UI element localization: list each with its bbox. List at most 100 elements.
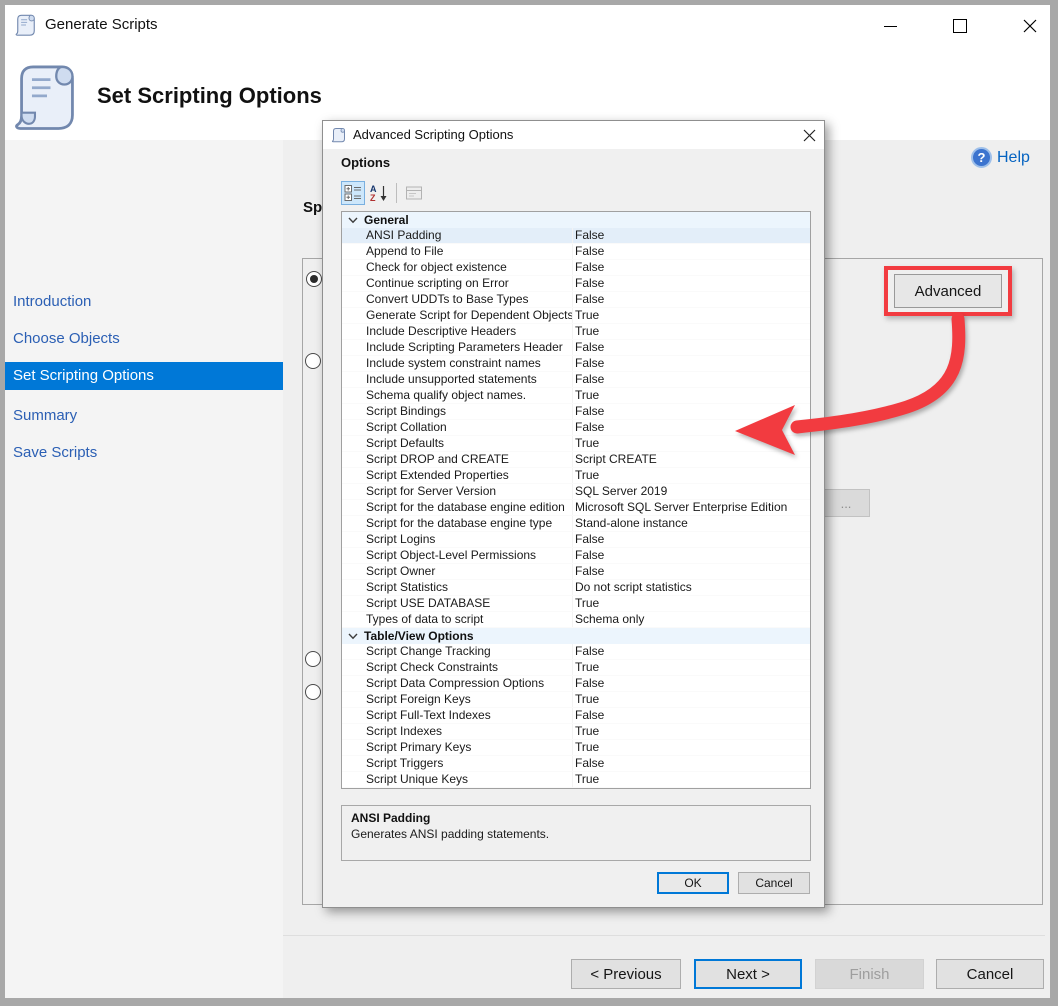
property-description-panel: ANSI Padding Generates ANSI padding stat… xyxy=(341,805,811,861)
category-label: Table/View Options xyxy=(364,628,474,644)
property-row[interactable]: Script Object-Level PermissionsFalse xyxy=(342,548,810,564)
alphabetical-sort-icon[interactable]: A Z xyxy=(367,181,391,205)
property-value: True xyxy=(572,660,810,675)
property-row[interactable]: ANSI PaddingFalse xyxy=(342,228,810,244)
property-value: True xyxy=(572,692,810,707)
property-row[interactable]: Include system constraint namesFalse xyxy=(342,356,810,372)
property-row[interactable]: Check for object existenceFalse xyxy=(342,260,810,276)
property-row[interactable]: Script Check ConstraintsTrue xyxy=(342,660,810,676)
property-value: True xyxy=(572,596,810,611)
property-row[interactable]: Script Change TrackingFalse xyxy=(342,644,810,660)
sidebar-item-set-scripting-options[interactable]: Set Scripting Options xyxy=(5,362,283,390)
property-value: False xyxy=(572,404,810,419)
property-value: True xyxy=(572,436,810,451)
wizard-cancel-button[interactable]: Cancel xyxy=(936,959,1044,989)
property-row[interactable]: Script IndexesTrue xyxy=(342,724,810,740)
property-row[interactable]: Script for the database engine typeStand… xyxy=(342,516,810,532)
chevron-down-icon[interactable] xyxy=(348,217,358,224)
options-label: Options xyxy=(341,155,390,170)
property-row[interactable]: Script Primary KeysTrue xyxy=(342,740,810,756)
property-value: True xyxy=(572,324,810,339)
property-value: True xyxy=(572,724,810,739)
window-title: Generate Scripts xyxy=(45,5,158,45)
sidebar-item-save-scripts[interactable]: Save Scripts xyxy=(5,439,283,467)
radio-option-4[interactable] xyxy=(305,684,321,700)
property-value: SQL Server 2019 xyxy=(572,484,810,499)
property-row[interactable]: Script BindingsFalse xyxy=(342,404,810,420)
property-value: True xyxy=(572,308,810,323)
property-row[interactable]: Script Foreign KeysTrue xyxy=(342,692,810,708)
close-button[interactable] xyxy=(1015,13,1045,39)
page-title: Set Scripting Options xyxy=(97,83,322,109)
dialog-titlebar: Advanced Scripting Options xyxy=(323,121,824,149)
property-row[interactable]: Script StatisticsDo not script statistic… xyxy=(342,580,810,596)
property-value: False xyxy=(572,372,810,387)
property-row[interactable]: Include unsupported statementsFalse xyxy=(342,372,810,388)
property-row[interactable]: Script USE DATABASETrue xyxy=(342,596,810,612)
property-row[interactable]: Script Data Compression OptionsFalse xyxy=(342,676,810,692)
property-value: False xyxy=(572,708,810,723)
property-row[interactable]: Schema qualify object names.True xyxy=(342,388,810,404)
maximize-button[interactable] xyxy=(945,13,975,39)
next-button[interactable]: Next > xyxy=(694,959,802,989)
category-row[interactable]: General xyxy=(342,212,810,228)
close-icon xyxy=(803,129,816,142)
chevron-down-icon[interactable] xyxy=(348,633,358,640)
property-value: False xyxy=(572,228,810,243)
category-row[interactable]: Table/View Options xyxy=(342,628,810,644)
property-row[interactable]: Types of data to scriptSchema only xyxy=(342,612,810,628)
radio-option-3[interactable] xyxy=(305,651,321,667)
property-name: Generate Script for Dependent Objects xyxy=(342,308,572,323)
ok-button[interactable]: OK xyxy=(657,872,729,894)
property-name: Script Bindings xyxy=(342,404,572,419)
dialog-close-button[interactable] xyxy=(799,126,819,145)
property-row[interactable]: Script Unique KeysTrue xyxy=(342,772,810,788)
browse-button[interactable]: ... xyxy=(822,489,870,517)
property-row[interactable]: Convert UDDTs to Base TypesFalse xyxy=(342,292,810,308)
property-row[interactable]: Include Descriptive HeadersTrue xyxy=(342,324,810,340)
dialog-title: Advanced Scripting Options xyxy=(353,121,513,149)
dialog-cancel-button[interactable]: Cancel xyxy=(738,872,810,894)
property-name: Script Extended Properties xyxy=(342,468,572,483)
radio-option-2[interactable] xyxy=(305,353,321,369)
property-grid: GeneralANSI PaddingFalseAppend to FileFa… xyxy=(341,211,811,789)
help-link[interactable]: ? Help xyxy=(971,147,1030,168)
radio-option-1[interactable] xyxy=(306,271,322,287)
property-row[interactable]: Script for the database engine editionMi… xyxy=(342,500,810,516)
property-name: Continue scripting on Error xyxy=(342,276,572,291)
property-row[interactable]: Script TriggersFalse xyxy=(342,756,810,772)
generate-scripts-window: Generate Scripts Set Scripting Options I… xyxy=(5,5,1050,998)
property-row[interactable]: Append to FileFalse xyxy=(342,244,810,260)
property-row[interactable]: Generate Script for Dependent ObjectsTru… xyxy=(342,308,810,324)
property-grid-toolbar: A Z xyxy=(341,181,428,205)
property-value: True xyxy=(572,388,810,403)
property-row[interactable]: Continue scripting on ErrorFalse xyxy=(342,276,810,292)
wizard-nav: Introduction Choose Objects Set Scripting … xyxy=(5,140,283,998)
property-row[interactable]: Script LoginsFalse xyxy=(342,532,810,548)
property-row[interactable]: Script for Server VersionSQL Server 2019 xyxy=(342,484,810,500)
property-row[interactable]: Include Scripting Parameters HeaderFalse xyxy=(342,340,810,356)
categorized-icon[interactable] xyxy=(341,181,365,205)
property-value: False xyxy=(572,244,810,259)
property-value: False xyxy=(572,532,810,547)
window-titlebar: Generate Scripts xyxy=(5,5,1050,45)
sidebar-item-introduction[interactable]: Introduction xyxy=(5,288,283,316)
property-name: Include Descriptive Headers xyxy=(342,324,572,339)
property-row[interactable]: Script CollationFalse xyxy=(342,420,810,436)
property-row[interactable]: Script DefaultsTrue xyxy=(342,436,810,452)
property-value: False xyxy=(572,292,810,307)
property-row[interactable]: Script Extended PropertiesTrue xyxy=(342,468,810,484)
property-name: Script Data Compression Options xyxy=(342,676,572,691)
advanced-scripting-options-dialog: Advanced Scripting Options Options A xyxy=(322,120,825,908)
close-icon xyxy=(1022,18,1038,34)
property-row[interactable]: Script Full-Text IndexesFalse xyxy=(342,708,810,724)
property-row[interactable]: Script OwnerFalse xyxy=(342,564,810,580)
minimize-button[interactable] xyxy=(875,13,905,39)
sidebar-item-summary[interactable]: Summary xyxy=(5,402,283,430)
property-value: True xyxy=(572,772,810,787)
property-row[interactable]: Script DROP and CREATEScript CREATE xyxy=(342,452,810,468)
previous-button[interactable]: < Previous xyxy=(571,959,681,989)
property-name: Script USE DATABASE xyxy=(342,596,572,611)
property-value: False xyxy=(572,276,810,291)
sidebar-item-choose-objects[interactable]: Choose Objects xyxy=(5,325,283,353)
